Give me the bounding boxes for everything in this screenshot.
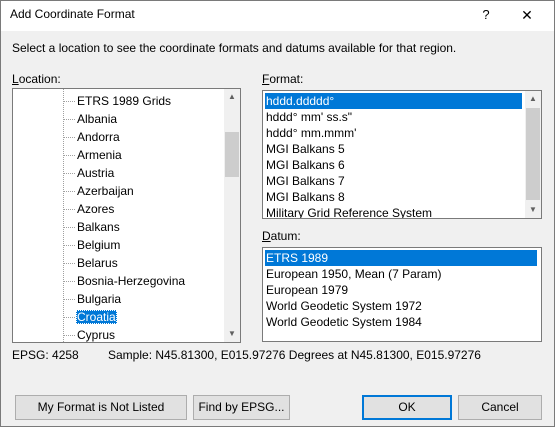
location-item-austria[interactable]: Austria bbox=[63, 164, 115, 182]
location-item-etrs-1989-grids[interactable]: ETRS 1989 Grids bbox=[63, 92, 172, 110]
location-item-label: Bulgaria bbox=[77, 292, 122, 306]
location-item-armenia[interactable]: Armenia bbox=[63, 146, 123, 164]
datum-list[interactable]: ETRS 1989 European 1950, Mean (7 Param) Eu… bbox=[262, 247, 542, 342]
tree-connector bbox=[63, 209, 75, 211]
location-item-label: Croatia bbox=[76, 310, 117, 324]
tree-connector bbox=[63, 191, 75, 193]
scroll-down-icon[interactable]: ▼ bbox=[224, 326, 240, 342]
tree-connector bbox=[63, 137, 75, 139]
find-by-epsg-button[interactable]: Find by EPSG... bbox=[193, 395, 290, 420]
tree-connector bbox=[63, 245, 75, 247]
location-item-label: Andorra bbox=[77, 130, 120, 144]
format-list[interactable]: hddd.ddddd° hddd° mm' ss.s" hddd° mm.mmm' M… bbox=[262, 90, 542, 219]
location-item-azores[interactable]: Azores bbox=[63, 200, 115, 218]
format-option-hddd-mm-mmm[interactable]: hddd° mm.mmm' bbox=[265, 125, 522, 141]
scroll-down-icon[interactable]: ▼ bbox=[525, 202, 541, 218]
format-scrollbar[interactable]: ▲ ▼ bbox=[525, 91, 541, 218]
location-item-andorra[interactable]: Andorra bbox=[63, 128, 121, 146]
location-item-croatia[interactable]: Croatia bbox=[63, 308, 117, 326]
format-label: Format: bbox=[262, 72, 304, 86]
datum-option-world-geodetic-system-1972[interactable]: World Geodetic System 1972 bbox=[265, 298, 537, 314]
location-item-belgium[interactable]: Belgium bbox=[63, 236, 121, 254]
format-option-mgi-balkans-7[interactable]: MGI Balkans 7 bbox=[265, 173, 522, 189]
help-icon[interactable]: ? bbox=[471, 4, 501, 26]
location-item-label: Armenia bbox=[77, 148, 122, 162]
location-item-label: Albania bbox=[77, 112, 118, 126]
location-item-label: Balkans bbox=[77, 220, 120, 234]
format-option-military-grid-reference-system[interactable]: Military Grid Reference System bbox=[265, 205, 522, 218]
title-bar: Add Coordinate Format ? ✕ bbox=[1, 1, 554, 31]
format-option-mgi-balkans-8[interactable]: MGI Balkans 8 bbox=[265, 189, 522, 205]
close-icon[interactable]: ✕ bbox=[510, 4, 544, 26]
instruction-text: Select a location to see the coordinate … bbox=[12, 41, 457, 55]
format-option-hddd-ddddd[interactable]: hddd.ddddd° bbox=[265, 93, 522, 109]
location-item-label: ETRS 1989 Grids bbox=[77, 94, 172, 108]
location-item-bosnia-herzegovina[interactable]: Bosnia-Herzegovina bbox=[63, 272, 186, 290]
tree-connector bbox=[63, 227, 75, 229]
tree-connector bbox=[63, 317, 75, 319]
location-item-balkans[interactable]: Balkans bbox=[63, 218, 121, 236]
location-item-label: Azerbaijan bbox=[77, 184, 134, 198]
datum-option-european-1979[interactable]: European 1979 bbox=[265, 282, 537, 298]
format-option-mgi-balkans-6[interactable]: MGI Balkans 6 bbox=[265, 157, 522, 173]
location-item-cyprus[interactable]: Cyprus bbox=[63, 326, 116, 342]
format-option-hddd-mm-ss-s[interactable]: hddd° mm' ss.s" bbox=[265, 109, 522, 125]
ok-button[interactable]: OK bbox=[362, 395, 452, 420]
tree-connector bbox=[63, 281, 75, 283]
cancel-button[interactable]: Cancel bbox=[458, 395, 542, 420]
format-scroll-thumb[interactable] bbox=[526, 108, 540, 200]
scroll-up-icon[interactable]: ▲ bbox=[525, 91, 541, 107]
location-item-label: Austria bbox=[77, 166, 115, 180]
location-scroll-thumb[interactable] bbox=[225, 132, 239, 177]
format-not-listed-button[interactable]: My Format is Not Listed bbox=[15, 395, 187, 420]
scroll-up-icon[interactable]: ▲ bbox=[224, 89, 240, 105]
location-item-label: Cyprus bbox=[77, 328, 116, 342]
location-item-label: Bosnia-Herzegovina bbox=[77, 274, 186, 288]
datum-option-etrs-1989[interactable]: ETRS 1989 bbox=[265, 250, 537, 266]
tree-connector bbox=[63, 101, 75, 103]
location-tree[interactable]: ETRS 1989 Grids Albania Andorra Armenia Aust… bbox=[12, 88, 241, 343]
sample-coordinate: Sample: N45.81300, E015.97276 Degrees at… bbox=[108, 348, 481, 362]
tree-connector bbox=[63, 119, 75, 121]
format-option-mgi-balkans-5[interactable]: MGI Balkans 5 bbox=[265, 141, 522, 157]
location-scrollbar[interactable]: ▲ ▼ bbox=[224, 89, 240, 342]
tree-connector bbox=[63, 335, 75, 337]
tree-connector bbox=[63, 299, 75, 301]
location-item-label: Belarus bbox=[77, 256, 118, 270]
location-item-label: Azores bbox=[77, 202, 115, 216]
tree-connector bbox=[63, 173, 75, 175]
location-item-bulgaria[interactable]: Bulgaria bbox=[63, 290, 122, 308]
datum-label: Datum: bbox=[262, 229, 301, 243]
location-item-azerbaijan[interactable]: Azerbaijan bbox=[63, 182, 135, 200]
window-title: Add Coordinate Format bbox=[10, 7, 135, 21]
tree-connector bbox=[63, 263, 75, 265]
tree-connector bbox=[63, 155, 75, 157]
add-coordinate-format-dialog: Add Coordinate Format ? ✕ Select a locat… bbox=[0, 0, 555, 427]
epsg-code: EPSG: 4258 bbox=[12, 348, 79, 362]
location-item-label: Belgium bbox=[77, 238, 121, 252]
location-label: Location: bbox=[12, 72, 61, 86]
location-item-albania[interactable]: Albania bbox=[63, 110, 118, 128]
datum-option-world-geodetic-system-1984[interactable]: World Geodetic System 1984 bbox=[265, 314, 537, 330]
datum-option-european-1950-mean-7-param[interactable]: European 1950, Mean (7 Param) bbox=[265, 266, 537, 282]
location-item-belarus[interactable]: Belarus bbox=[63, 254, 119, 272]
